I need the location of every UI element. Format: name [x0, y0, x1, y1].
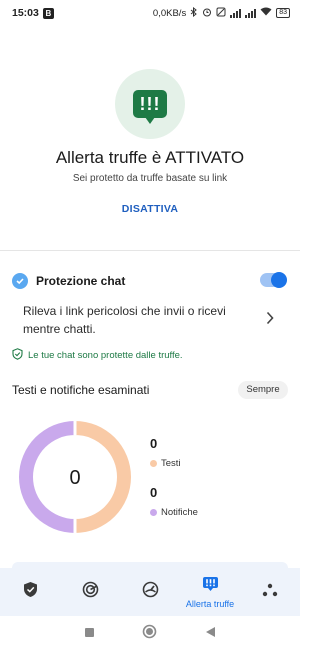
more-dots-icon [262, 583, 278, 602]
notifiche-count: 0 [150, 485, 158, 500]
divider [0, 250, 300, 251]
system-nav-bar [0, 616, 300, 651]
legend-testi: Testi [150, 458, 181, 469]
page-title: Allerta truffe è ATTIVATO [55, 148, 245, 167]
chat-protection-toggle[interactable] [260, 272, 287, 288]
nav-scam-alert-label: Allerta truffe [185, 598, 235, 609]
recents-icon[interactable] [84, 625, 95, 643]
back-icon[interactable] [205, 625, 216, 643]
purple-dot-icon [150, 509, 157, 516]
disable-button[interactable]: DISATTIVA [100, 203, 200, 221]
signal-icon [230, 8, 242, 18]
hero-bubble: !!! [133, 90, 167, 124]
nav-more[interactable] [240, 568, 300, 616]
battery-icon: 83 [276, 8, 290, 18]
app-badge-icon: B [42, 7, 54, 19]
status-right: 0,0KB/s 83 [152, 6, 290, 20]
nav-speed[interactable] [120, 568, 180, 616]
network-speed: 0,0KB/s [152, 7, 187, 19]
chat-protection-title: Protezione chat [36, 274, 126, 288]
legend-testi-label: Testi [161, 458, 181, 469]
speedometer-icon [142, 581, 159, 603]
chevron-right-icon[interactable] [263, 308, 277, 328]
shield-check-icon [23, 581, 38, 603]
scan-icon [82, 581, 99, 603]
protected-note: Le tue chat sono protette dalle truffe. [12, 348, 183, 363]
filter-chip[interactable]: Sempre [238, 381, 288, 399]
shield-check-icon [12, 348, 23, 363]
bluetooth-icon [190, 6, 198, 20]
status-left: 15:03 B [12, 7, 54, 19]
signal-2-icon [245, 8, 257, 18]
orange-dot-icon [150, 460, 157, 467]
chat-protection-description[interactable]: Rileva i link pericolosi che invii o ric… [23, 302, 253, 338]
donut-total: 0 [69, 467, 81, 489]
protected-note-text: Le tue chat sono protette dalle truffe. [28, 350, 183, 361]
wifi-icon [260, 7, 272, 19]
status-bar: 15:03 B 0,0KB/s 83 [0, 0, 300, 26]
scanned-title: Testi e notifiche esaminati [12, 383, 150, 397]
scam-alert-icon [202, 576, 219, 597]
legend-notifiche-label: Notifiche [161, 507, 198, 518]
testi-count: 0 [150, 436, 158, 451]
mute-icon [216, 7, 226, 20]
chat-protection-header: Protezione chat [12, 272, 288, 290]
page-subtitle: Sei protetto da truffe basate su link [72, 173, 228, 184]
nav-scam-alert[interactable]: Allerta truffe [180, 568, 240, 616]
status-time: 15:03 [12, 7, 39, 19]
alert-chat-icon: !!! [115, 69, 185, 139]
nav-shield[interactable] [0, 568, 60, 616]
chat-check-icon [12, 273, 28, 289]
bottom-nav: Allerta truffe [0, 568, 300, 616]
toggle-knob [271, 272, 287, 288]
nav-scan[interactable] [60, 568, 120, 616]
alarm-icon [202, 7, 212, 20]
legend-notifiche: Notifiche [150, 507, 198, 518]
home-icon[interactable] [142, 624, 157, 644]
